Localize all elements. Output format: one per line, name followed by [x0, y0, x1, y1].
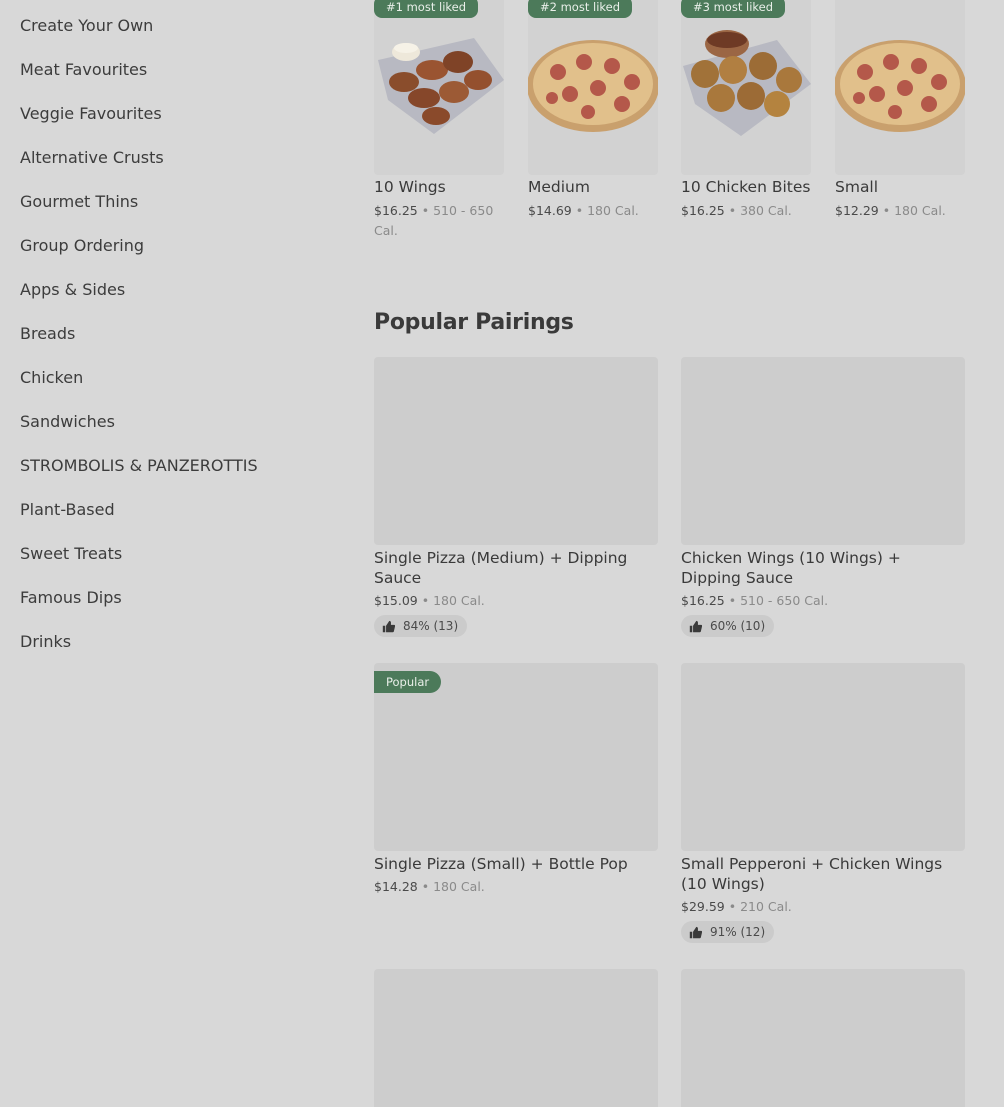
- meta-separator: •: [882, 203, 891, 218]
- item-price-calories: $16.25 • 380 Cal.: [681, 201, 811, 221]
- sidebar-item-plant-based[interactable]: Plant-Based: [20, 500, 115, 519]
- item-title: Single Pizza (Medium) + Dipping Sauce: [374, 549, 628, 587]
- item-price: $14.69: [528, 203, 572, 218]
- item-price-calories: $29.59 • 210 Cal.: [681, 897, 792, 917]
- most-liked-badge: #1 most liked: [374, 0, 479, 18]
- meta-separator: •: [421, 203, 430, 218]
- item-title: Medium: [528, 178, 590, 196]
- most-liked-badge: #2 most liked: [528, 0, 633, 18]
- item-calories: 380 Cal.: [740, 203, 792, 218]
- sidebar-item-alternative-crusts[interactable]: Alternative Crusts: [20, 148, 164, 167]
- meta-separator: •: [421, 879, 430, 894]
- most-liked-badge: #3 most liked: [681, 0, 786, 18]
- item-price-calories: $14.28 • 180 Cal.: [374, 877, 485, 897]
- item-price-calories: $16.25 • 510 - 650 Cal.: [681, 591, 828, 611]
- item-image-placeholder: [374, 969, 658, 1107]
- sidebar-item-sweet-treats[interactable]: Sweet Treats: [20, 544, 122, 563]
- item-price-calories: $16.25 • 510 - 650 Cal.: [374, 201, 494, 241]
- rating-value: 60% (10): [710, 619, 766, 633]
- item-title: Chicken Wings (10 Wings) + Dipping Sauce: [681, 549, 901, 587]
- meta-separator: •: [728, 593, 737, 608]
- item-image-placeholder: [681, 663, 965, 851]
- sidebar-item-gourmet-thins[interactable]: Gourmet Thins: [20, 192, 138, 211]
- popular-badge: Popular: [374, 671, 442, 693]
- sidebar-item-famous-dips[interactable]: Famous Dips: [20, 588, 122, 607]
- item-price-calories: $12.29 • 180 Cal.: [835, 201, 965, 221]
- item-price: $29.59: [681, 899, 725, 914]
- item-title: 10 Wings: [374, 178, 446, 196]
- sidebar-item-sandwiches[interactable]: Sandwiches: [20, 412, 115, 431]
- sidebar-item-create-your-own[interactable]: Create Your Own: [20, 16, 153, 35]
- meta-separator: •: [575, 203, 584, 218]
- item-price-calories: $15.09 • 180 Cal.: [374, 591, 485, 611]
- section-title-popular-pairings: Popular Pairings: [374, 310, 574, 335]
- sidebar-item-chicken[interactable]: Chicken: [20, 368, 83, 387]
- pizza-image: #2 most liked: [528, 0, 658, 175]
- item-title: Single Pizza (Small) + Bottle Pop: [374, 855, 628, 873]
- item-price: $16.25: [681, 203, 725, 218]
- sidebar-item-group-ordering[interactable]: Group Ordering: [20, 236, 144, 255]
- sidebar-item-breads[interactable]: Breads: [20, 324, 75, 343]
- item-calories: 180 Cal.: [587, 203, 639, 218]
- item-image-placeholder: [681, 357, 965, 545]
- meta-separator: •: [728, 203, 737, 218]
- item-image-placeholder: [374, 357, 658, 545]
- sidebar-item-meat-favourites[interactable]: Meat Favourites: [20, 60, 147, 79]
- item-price: $15.09: [374, 593, 418, 608]
- rating-badge: 60% (10): [681, 615, 775, 637]
- sidebar-item-veggie-favourites[interactable]: Veggie Favourites: [20, 104, 162, 123]
- chicken-bites-image: #3 most liked: [681, 0, 811, 175]
- item-title: Small Pepperoni + Chicken Wings (10 Wing…: [681, 855, 943, 893]
- item-price: $12.29: [835, 203, 879, 218]
- sidebar-item-drinks[interactable]: Drinks: [20, 632, 71, 651]
- pizza-image: [835, 0, 965, 175]
- wings-image: #1 most liked: [374, 0, 504, 175]
- item-calories: 180 Cal.: [433, 593, 485, 608]
- item-calories: 210 Cal.: [740, 899, 792, 914]
- rating-value: 84% (13): [403, 619, 459, 633]
- sidebar-item-apps-sides[interactable]: Apps & Sides: [20, 280, 125, 299]
- rating-badge: 84% (13): [374, 615, 468, 637]
- item-calories: 180 Cal.: [433, 879, 485, 894]
- item-title: Small: [835, 178, 879, 196]
- item-price-calories: $14.69 • 180 Cal.: [528, 201, 658, 221]
- sidebar-item-strombolis-panzerottis[interactable]: STROMBOLIS & PANZEROTTIS: [20, 456, 258, 475]
- item-price: $16.25: [374, 203, 418, 218]
- meta-separator: •: [728, 899, 737, 914]
- item-price: $14.28: [374, 879, 418, 894]
- thumbs-up-icon: [689, 620, 703, 633]
- thumbs-up-icon: [382, 620, 396, 633]
- thumbs-up-icon: [689, 926, 703, 939]
- rating-badge: 91% (12): [681, 921, 775, 943]
- rating-value: 91% (12): [710, 925, 766, 939]
- item-calories: 180 Cal.: [894, 203, 946, 218]
- item-price: $16.25: [681, 593, 725, 608]
- item-title: 10 Chicken Bites: [681, 178, 811, 196]
- item-calories: 510 - 650 Cal.: [740, 593, 829, 608]
- meta-separator: •: [421, 593, 430, 608]
- item-image-placeholder: [681, 969, 965, 1107]
